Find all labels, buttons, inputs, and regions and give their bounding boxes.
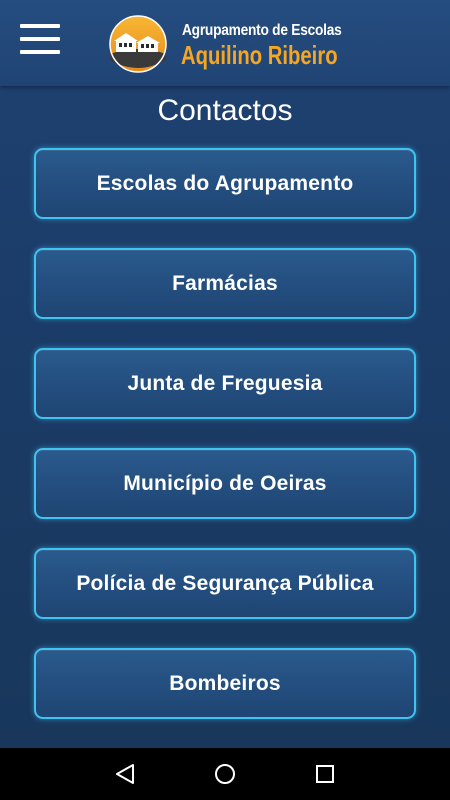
menu-bar [20, 24, 60, 28]
contact-button-label: Município de Oeiras [123, 471, 327, 495]
system-navigation-bar [0, 748, 450, 800]
contact-button-label: Junta de Freguesia [127, 371, 323, 395]
contact-button-label: Bombeiros [169, 671, 281, 695]
contact-button-bombeiros[interactable]: Bombeiros [34, 648, 416, 719]
menu-bar [20, 50, 60, 54]
home-circle-icon[interactable] [211, 760, 239, 788]
app-header: Agrupamento de Escolas Aquilino Ribeiro [0, 0, 450, 86]
back-triangle-icon[interactable] [111, 760, 139, 788]
recent-apps-square-icon[interactable] [311, 760, 339, 788]
app-screen: Agrupamento de Escolas Aquilino Ribeiro … [0, 0, 450, 800]
page-title: Contactos [157, 94, 293, 127]
contact-button-label: Polícia de Segurança Pública [76, 571, 374, 595]
contact-button-escolas[interactable]: Escolas do Agrupamento [34, 148, 416, 219]
school-logo-icon [109, 15, 167, 73]
contact-list: Escolas do Agrupamento Farmácias Junta d… [34, 148, 416, 748]
contact-button-municipio[interactable]: Município de Oeiras [34, 448, 416, 519]
contact-button-psp[interactable]: Polícia de Segurança Pública [34, 548, 416, 619]
contact-button-farmacias[interactable]: Farmácias [34, 248, 416, 319]
contact-button-label: Farmácias [172, 271, 278, 295]
contact-button-label: Escolas do Agrupamento [96, 171, 354, 195]
menu-bar [20, 37, 60, 41]
brand-title-line2: Aquilino Ribeiro [181, 40, 338, 70]
contact-button-junta-freguesia[interactable]: Junta de Freguesia [34, 348, 416, 419]
hamburger-menu-icon[interactable] [20, 24, 60, 54]
brand-title-line1: Agrupamento de Escolas [182, 22, 342, 39]
